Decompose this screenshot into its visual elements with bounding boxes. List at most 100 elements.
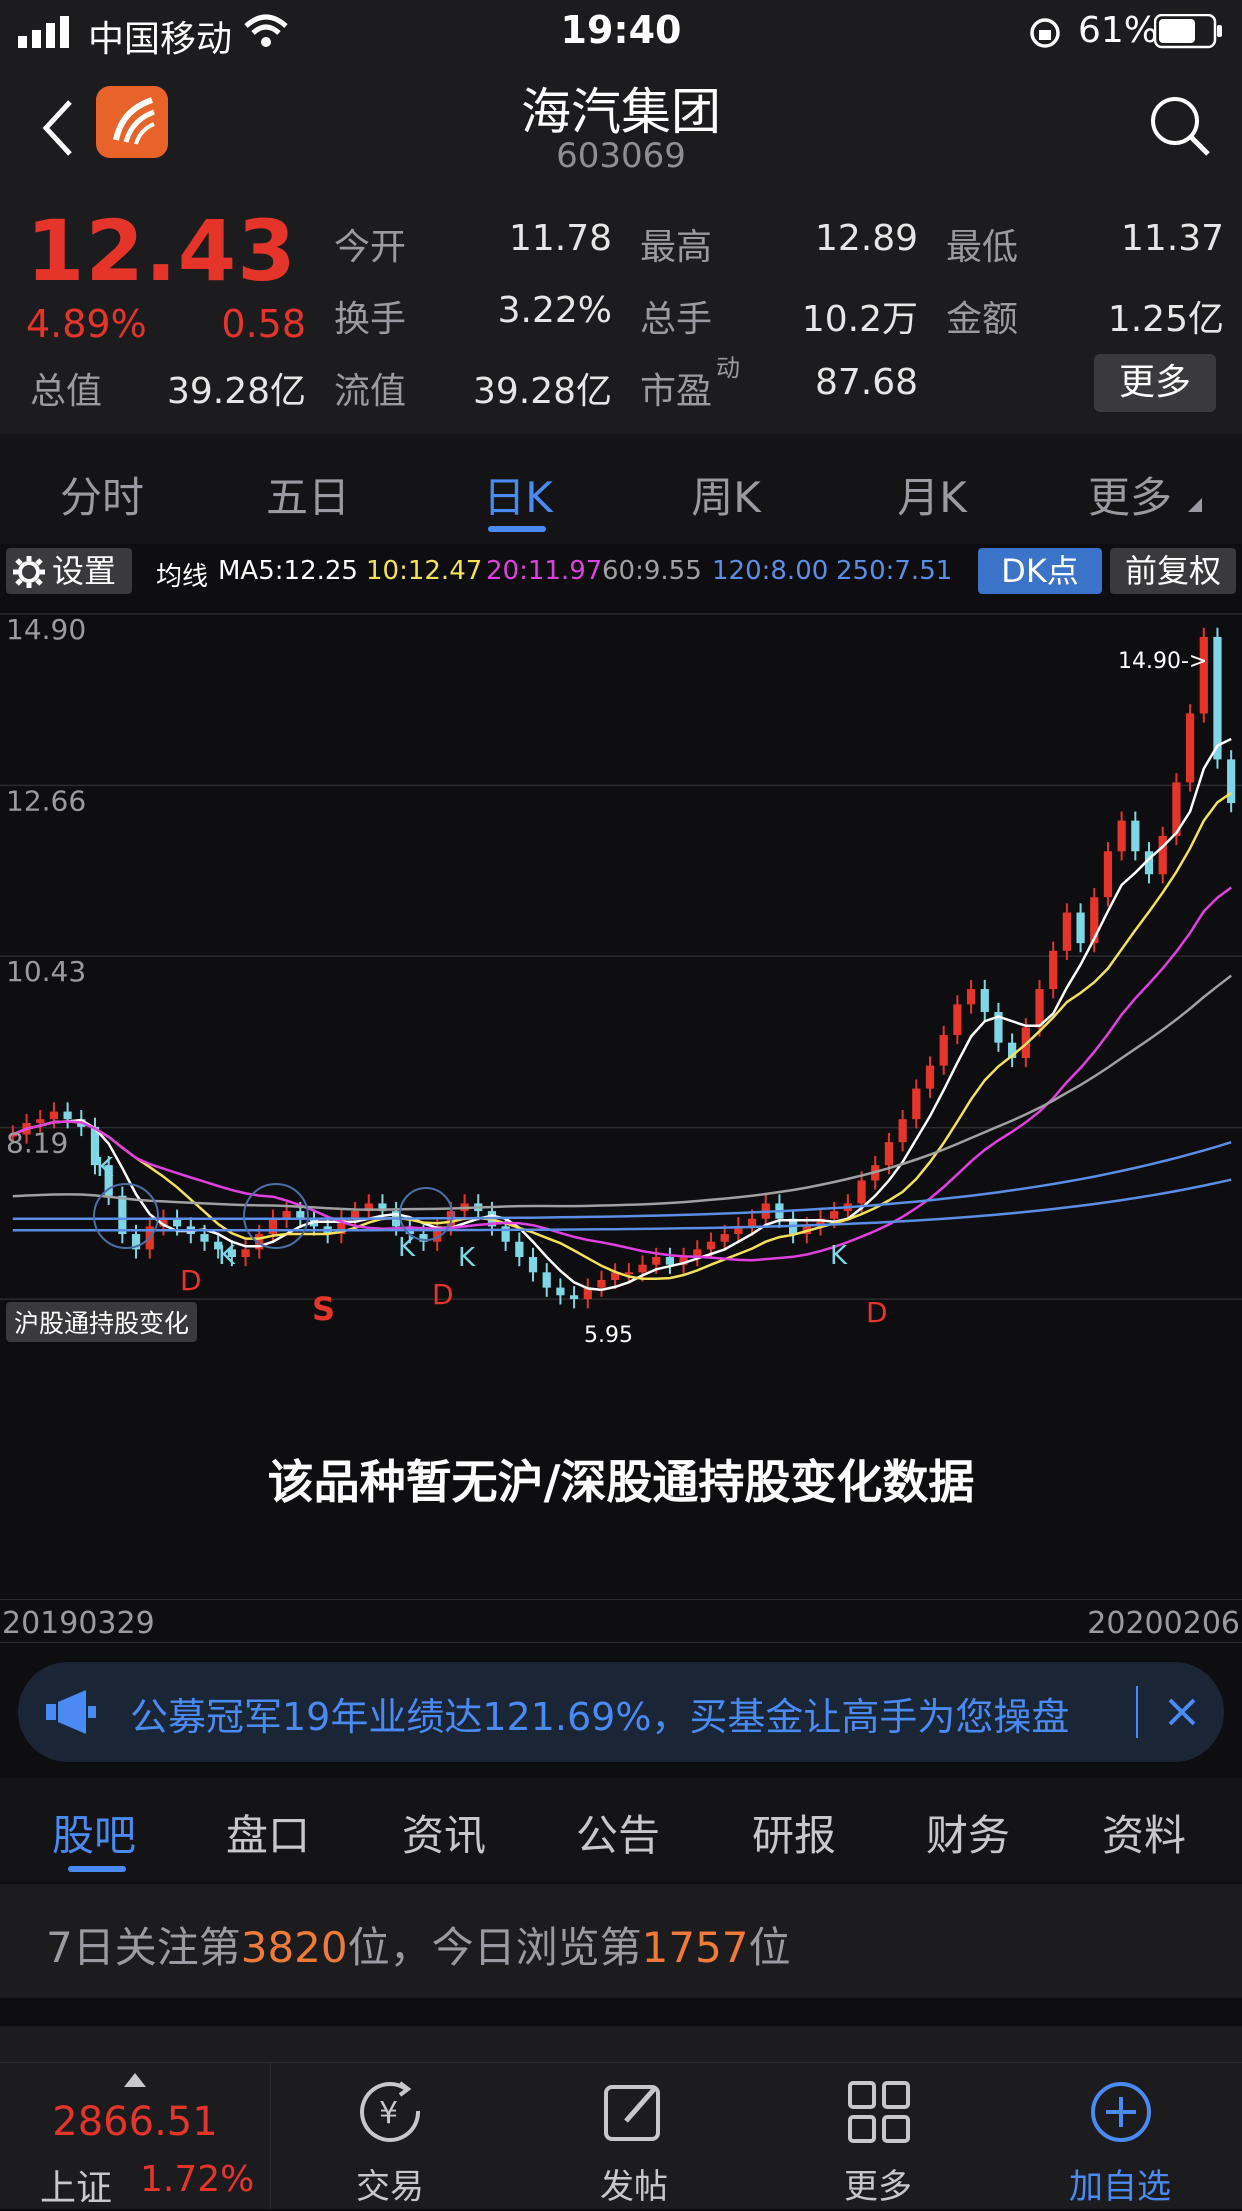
ma120-value: 120:8.00 — [712, 556, 829, 586]
close-icon[interactable] — [1164, 1694, 1200, 1730]
gear-icon — [13, 556, 45, 588]
turnover-value: 3.22% — [497, 290, 612, 331]
battery-percent: 61% — [1078, 10, 1159, 51]
search-icon[interactable] — [1148, 94, 1212, 158]
follow-rank: 3820 — [240, 1923, 348, 1972]
candle — [1185, 713, 1195, 783]
high-marker: 14.90-> — [1118, 649, 1207, 674]
candle — [720, 1234, 729, 1242]
tab-monthly-k[interactable]: 月K — [852, 464, 1012, 525]
active-tab-indicator — [488, 526, 546, 532]
volume-label: 总手 — [640, 299, 713, 340]
signal-k: K — [96, 1153, 114, 1183]
rank-prefix: 7日关注第 — [46, 1923, 241, 1972]
candle — [118, 1195, 127, 1235]
nav-post[interactable]: 发帖 — [554, 2063, 714, 2209]
divider — [0, 1599, 1242, 1600]
high-label: 最高 — [640, 227, 713, 268]
dk-point-button[interactable]: DK点 — [978, 548, 1102, 594]
candle — [884, 1142, 894, 1166]
more-quote-button[interactable]: 更多 — [1094, 354, 1216, 412]
candle — [1062, 912, 1071, 951]
y-tick-label: 12.66 — [6, 784, 86, 817]
candle — [980, 989, 989, 1013]
end-date: 20200206 — [1087, 1606, 1240, 1641]
low-label: 最低 — [946, 227, 1019, 268]
tab-announcements[interactable]: 公告 — [558, 1802, 678, 1863]
candle — [830, 1211, 839, 1219]
expand-up-icon[interactable] — [124, 2073, 146, 2087]
signal-s: S — [312, 1290, 335, 1328]
pe-label: 市盈 — [640, 371, 713, 412]
candle — [898, 1119, 907, 1143]
nav-more[interactable]: 更多 — [798, 2063, 958, 2209]
tab-profile[interactable]: 资料 — [1084, 1802, 1204, 1863]
tab-daily-k[interactable]: 日K — [438, 464, 598, 525]
kline-chart: 设置 均线 MA5:12.25 10:12.47 20:11.97 60:9.5… — [0, 544, 1242, 1345]
candle — [747, 1218, 757, 1227]
grid-icon — [848, 2081, 910, 2143]
divider — [270, 2063, 271, 2209]
orientation-lock-icon — [1030, 18, 1060, 48]
content-tabs: 股吧 盘口 资讯 公告 研报 财务 资料 — [0, 1778, 1242, 1882]
nav-trade[interactable]: ¥ 交易 — [310, 2063, 470, 2209]
candle — [542, 1272, 551, 1288]
turnover-label: 换手 — [334, 299, 407, 340]
nav-more-label: 更多 — [844, 2167, 912, 2207]
sub-panel: 该品种暂无沪/深股通持股变化数据 — [0, 1344, 1242, 1604]
open-value: 11.78 — [508, 218, 612, 259]
candle — [268, 1218, 278, 1235]
candle — [925, 1065, 935, 1089]
candle — [706, 1241, 716, 1250]
candle — [1131, 820, 1140, 852]
high-value: 12.89 — [814, 218, 918, 259]
y-axis-labels: 14.9012.6610.438.195.95 — [6, 613, 86, 1331]
open-label: 今开 — [334, 227, 407, 268]
svg-text:¥: ¥ — [379, 2096, 398, 2131]
index-name: 上证 — [40, 2168, 113, 2209]
battery-icon — [1154, 14, 1222, 49]
date-axis: 20190329 20200206 — [0, 1604, 1242, 1641]
amount-value: 1.25亿 — [1107, 299, 1224, 340]
tab-research[interactable]: 研报 — [734, 1802, 854, 1863]
tab-five-day[interactable]: 五日 — [228, 464, 388, 525]
tab-pankou[interactable]: 盘口 — [208, 1802, 328, 1863]
forward-adjust-button[interactable]: 前复权 — [1110, 548, 1236, 594]
tab-finance[interactable]: 财务 — [908, 1802, 1028, 1863]
nav-post-label: 发帖 — [600, 2167, 668, 2207]
ma5-value: MA5:12.25 — [218, 556, 358, 586]
y-tick-label: 8.19 — [6, 1127, 68, 1160]
candle — [652, 1257, 661, 1265]
stock-header: 海汽集团 603069 — [0, 64, 1242, 188]
start-date: 20190329 — [2, 1606, 155, 1641]
nav-add-watchlist[interactable]: 加自选 — [1040, 2063, 1200, 2209]
signal-d: D — [866, 1296, 888, 1329]
divider — [1136, 1686, 1138, 1738]
rank-suffix: 位 — [748, 1923, 791, 1972]
hk-connect-tag[interactable]: 沪股通持股变化 — [6, 1302, 198, 1342]
candle — [953, 1004, 962, 1036]
ma60-value: 60:9.55 — [602, 556, 702, 586]
index-value[interactable]: 2866.51 — [30, 2099, 240, 2145]
candle — [1213, 636, 1222, 760]
yen-circle-icon: ¥ — [360, 2081, 421, 2142]
add-circle-icon — [1091, 2082, 1151, 2142]
promo-banner[interactable]: 公募冠军19年业绩达121.69%，买基金让高手为您操盘 — [18, 1662, 1224, 1762]
candle — [1117, 820, 1126, 852]
status-bar: 中国移动 19:40 61% — [0, 0, 1242, 64]
candle — [597, 1279, 606, 1288]
view-rank: 1757 — [641, 1923, 749, 1972]
ma-line-ma5 — [12, 737, 1232, 1292]
candle — [624, 1272, 633, 1275]
tab-guba[interactable]: 股吧 — [34, 1802, 154, 1863]
tab-intraday[interactable]: 分时 — [22, 464, 182, 525]
tab-more-periods[interactable]: 更多 — [1050, 464, 1210, 525]
bottom-nav: 2866.51 上证 1.72% ¥ 交易 发帖 更多 加自选 — [0, 2062, 1242, 2209]
feed-preview — [0, 2026, 1242, 2062]
chart-settings-button[interactable]: 设置 — [6, 548, 132, 594]
amount-label: 金额 — [946, 299, 1019, 340]
tab-news[interactable]: 资讯 — [384, 1802, 504, 1863]
pe-value: 87.68 — [814, 362, 918, 403]
tab-weekly-k[interactable]: 周K — [646, 464, 806, 525]
quote-panel: 12.43 4.89% 0.58 总值 39.28亿 今开 11.78 最高 1… — [0, 188, 1242, 434]
